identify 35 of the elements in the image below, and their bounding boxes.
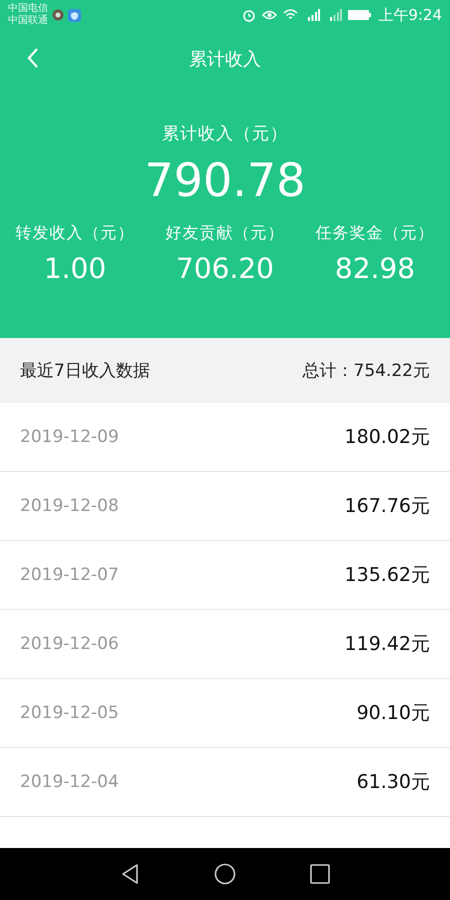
row-amount: 61.30元 bbox=[356, 770, 430, 795]
stat-label: 转发收入（元） bbox=[16, 223, 134, 244]
page-title: 累计收入 bbox=[189, 48, 261, 71]
wifi-icon bbox=[283, 9, 298, 21]
home-icon[interactable] bbox=[214, 863, 236, 885]
row-date: 2019-12-06 bbox=[20, 634, 119, 654]
stat-label: 任务奖金（元） bbox=[316, 223, 434, 244]
carrier-name: 中国电信 bbox=[8, 3, 48, 14]
stat-label: 好友贡献（元） bbox=[166, 223, 284, 244]
row-amount: 135.62元 bbox=[344, 563, 430, 588]
recents-icon[interactable] bbox=[310, 864, 330, 884]
total-label: 累计收入（元） bbox=[162, 123, 288, 145]
row-date: 2019-12-05 bbox=[20, 703, 119, 723]
total-amount: 790.78 bbox=[144, 153, 306, 207]
stat-value: 82.98 bbox=[334, 252, 416, 285]
stat-value: 706.20 bbox=[176, 252, 274, 285]
row-amount: 90.10元 bbox=[356, 701, 430, 726]
carrier-name: 中国联通 bbox=[8, 15, 48, 27]
stat-value: 1.00 bbox=[44, 252, 106, 285]
row-date: 2019-12-04 bbox=[20, 772, 119, 792]
row-amount: 167.76元 bbox=[344, 494, 430, 519]
section-total: 总计：754.22元 bbox=[302, 360, 430, 382]
status-time: 上午9:24 bbox=[378, 6, 442, 24]
section-title: 最近7日收入数据 bbox=[20, 360, 150, 382]
shield-icon bbox=[68, 8, 81, 22]
alarm-icon bbox=[242, 8, 256, 22]
eye-icon bbox=[262, 9, 278, 21]
row-amount: 180.02元 bbox=[344, 425, 430, 450]
row-date: 2019-12-07 bbox=[20, 565, 119, 585]
battery-icon bbox=[348, 9, 372, 21]
row-date: 2019-12-08 bbox=[20, 496, 119, 516]
back-icon[interactable] bbox=[120, 863, 140, 885]
app-icon bbox=[52, 9, 64, 21]
row-amount: 119.42元 bbox=[344, 632, 430, 657]
row-date: 2019-12-09 bbox=[20, 427, 119, 447]
